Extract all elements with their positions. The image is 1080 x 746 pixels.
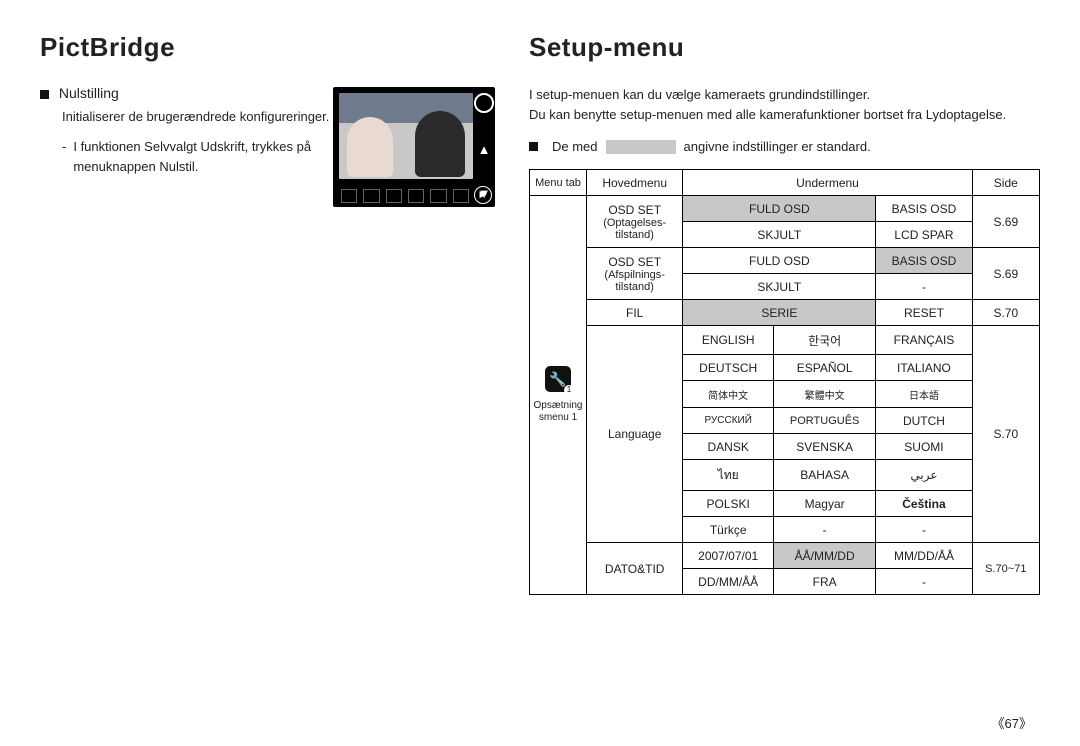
instruction-text: I funktionen Selvvalgt Udskrift, trykkes… (73, 137, 333, 177)
cell: 简体中文 (683, 381, 774, 408)
cell: FRA (773, 569, 875, 595)
default-swatch-icon (606, 140, 676, 154)
note-suffix: angivne indstillinger er standard. (684, 139, 871, 154)
table-row: 🔧 Opsætning smenu 1 OSD SET (Optagelses-… (530, 196, 1040, 222)
cell: - (876, 517, 972, 543)
setup-menu-table: Menu tab Hovedmenu Undermenu Side 🔧 Opsæ… (529, 169, 1040, 595)
cell: Türkçe (683, 517, 774, 543)
cell: DD/MM/ÅÅ (683, 569, 774, 595)
cell: PORTUGUÊS (773, 408, 875, 434)
reset-ring-icon (474, 93, 494, 113)
cell: ITALIANO (876, 355, 972, 381)
side-cell: S.70~71 (972, 543, 1039, 595)
thumb-icon (453, 189, 469, 203)
language-label: Language (587, 326, 683, 543)
cell: ไทย (683, 460, 774, 491)
menutab-label-1: Opsætning (534, 400, 583, 412)
cell: LCD SPAR (876, 222, 972, 248)
left-title: PictBridge (40, 32, 495, 63)
cell: 繁體中文 (773, 381, 875, 408)
dash: - (62, 137, 66, 177)
hdr-menutab: Menu tab (530, 170, 587, 196)
cell: SKJULT (683, 222, 876, 248)
cell: عربي (876, 460, 972, 491)
cell: 2007/07/01 (683, 543, 774, 569)
cell: MM/DD/ÅÅ (876, 543, 972, 569)
menutab-cell: 🔧 Opsætning smenu 1 (530, 196, 587, 595)
right-column: Setup-menu I setup-menuen kan du vælge k… (529, 32, 1040, 595)
default-note: De med angivne indstillinger er standard… (529, 139, 1040, 154)
table-header-row: Menu tab Hovedmenu Undermenu Side (530, 170, 1040, 196)
side-cell: S.69 (972, 196, 1039, 248)
intro-line-2: Du kan benytte setup-menuen med alle kam… (529, 105, 1040, 125)
page-number: 《67》 (992, 713, 1032, 732)
cell: SERIE (683, 300, 876, 326)
cell: SUOMI (876, 434, 972, 460)
cell: ENGLISH (683, 326, 774, 355)
left-column: PictBridge ▲ ▼ (40, 32, 495, 595)
cell: POLSKI (683, 491, 774, 517)
cell: 日本語 (876, 381, 972, 408)
bullet-square-icon (529, 142, 538, 151)
cell: SVENSKA (773, 434, 875, 460)
cell: RESET (876, 300, 972, 326)
hdr-side: Side (972, 170, 1039, 196)
fil-label: FIL (587, 300, 683, 326)
preview-bottom-icons (341, 189, 469, 203)
side-cell: S.70 (972, 300, 1039, 326)
intro-line-1: I setup-menuen kan du vælge kameraets gr… (529, 85, 1040, 105)
thumb-icon (386, 189, 402, 203)
cell: Čeština (876, 491, 972, 517)
cell: BAHASA (773, 460, 875, 491)
hdr-under: Undermenu (683, 170, 972, 196)
cell: ÅÅ/MM/DD (773, 543, 875, 569)
menutab-label-2: smenu 1 (534, 412, 583, 424)
thumb-icon (363, 189, 379, 203)
cell: - (773, 517, 875, 543)
cell: FULD OSD (683, 248, 876, 274)
side-cell: S.69 (972, 248, 1039, 300)
cell: DEUTSCH (683, 355, 774, 381)
cell: SKJULT (683, 274, 876, 300)
cell: 한국어 (773, 326, 875, 355)
cell: РУССКИЙ (683, 408, 774, 434)
up-arrow-icon: ▲ (478, 142, 491, 157)
hdr-hoved: Hovedmenu (587, 170, 683, 196)
cell: BASIS OSD (876, 196, 972, 222)
cell: DANSK (683, 434, 774, 460)
thumb-icon (408, 189, 424, 203)
thumb-icon (430, 189, 446, 203)
date-label: DATO&TID (587, 543, 683, 595)
cell: BASIS OSD (876, 248, 972, 274)
preview-right-controls: ▲ ▼ (475, 93, 493, 201)
bullet-square-icon (40, 90, 49, 99)
cell: ESPAÑOL (773, 355, 875, 381)
section-title: Nulstilling (59, 85, 119, 101)
setup-icon: 🔧 (545, 366, 571, 392)
table-row: Language ENGLISH 한국어 FRANÇAIS S.70 (530, 326, 1040, 355)
table-row: DATO&TID 2007/07/01 ÅÅ/MM/DD MM/DD/ÅÅ S.… (530, 543, 1040, 569)
cell: Magyar (773, 491, 875, 517)
camera-preview-image: ▲ ▼ ▶ (333, 87, 495, 207)
thumb-icon (341, 189, 357, 203)
cell: FRANÇAIS (876, 326, 972, 355)
table-row: FIL SERIE RESET S.70 (530, 300, 1040, 326)
cell: FULD OSD (683, 196, 876, 222)
right-title: Setup-menu (529, 32, 1040, 63)
side-cell: S.70 (972, 326, 1039, 543)
note-prefix: De med (552, 139, 598, 154)
osd-rec-label: OSD SET (Optagelses- tilstand) (587, 196, 683, 248)
osd-play-label: OSD SET (Afspilnings- tilstand) (587, 248, 683, 300)
cell: DUTCH (876, 408, 972, 434)
table-row: OSD SET (Afspilnings- tilstand) FULD OSD… (530, 248, 1040, 274)
cell: - (876, 569, 972, 595)
play-icon: ▶ (474, 186, 492, 204)
cell: - (876, 274, 972, 300)
